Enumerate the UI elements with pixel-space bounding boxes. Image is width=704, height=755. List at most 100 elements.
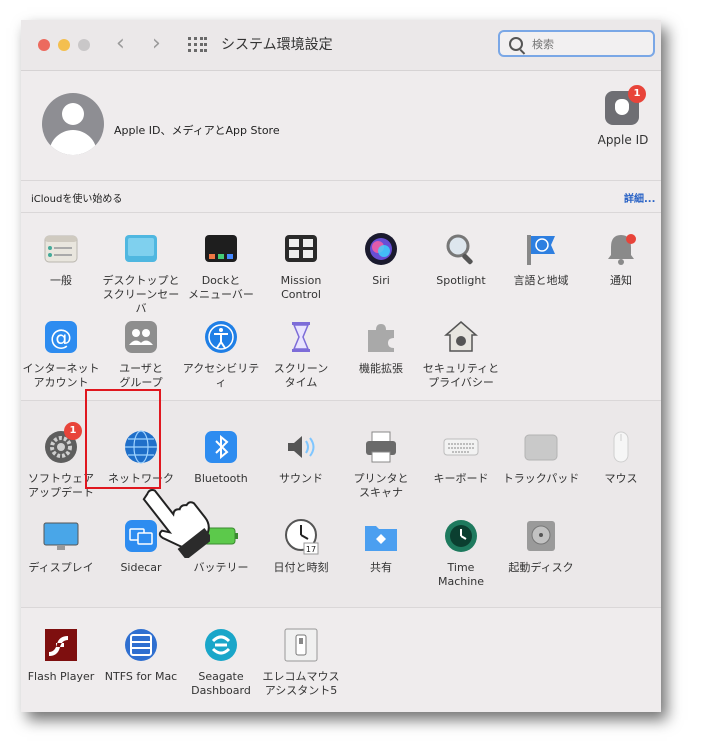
pane-label: Siri: [372, 274, 390, 287]
pane-label: 言語と地域: [513, 274, 569, 287]
pane-label: Seagate Dashboard: [191, 670, 251, 697]
update-badge: 1: [64, 422, 82, 440]
forward-icon[interactable]: ›: [152, 32, 161, 56]
pane-label: バッテリー: [193, 561, 249, 574]
pane-label: NTFS for Mac: [104, 670, 178, 683]
siri-icon: [362, 230, 400, 268]
sound-icon: [282, 428, 320, 466]
pane-label: スクリーン タイム: [273, 362, 329, 389]
security-icon: [442, 318, 480, 356]
pane-clock[interactable]: 17 日付と時刻: [261, 517, 341, 575]
pane-label: 機能拡張: [359, 362, 403, 375]
display-icon: [42, 517, 80, 555]
pane-internet-accounts[interactable]: @ インターネット アカウント: [21, 318, 101, 390]
pane-label: Dockと メニューバー: [188, 274, 254, 301]
pane-label: Mission Control: [280, 274, 322, 301]
users-icon: [122, 318, 160, 356]
pane-keyboard[interactable]: キーボード: [421, 428, 501, 486]
ntfs-icon: [122, 626, 160, 664]
pane-screen-time[interactable]: スクリーン タイム: [261, 318, 341, 390]
pane-ntfs[interactable]: NTFS for Mac: [101, 626, 181, 684]
screen-time-icon: [282, 318, 320, 356]
network-highlight-box: [85, 389, 161, 489]
pane-label: Time Machine: [437, 561, 485, 588]
pane-mission-control[interactable]: Mission Control: [261, 230, 341, 302]
pane-label: デスクトップと スクリーンセーバ: [102, 274, 180, 315]
pane-users[interactable]: ユーザと グループ: [101, 318, 181, 390]
pane-label: トラックパッド: [502, 472, 580, 485]
search-icon: [509, 37, 523, 51]
details-link[interactable]: 詳細...: [624, 190, 655, 205]
pane-desktop[interactable]: デスクトップと スクリーンセーバ: [101, 230, 181, 316]
pane-label: ユーザと グループ: [119, 362, 163, 389]
pane-label: Spotlight: [436, 274, 486, 287]
pointing-hand-icon: [142, 489, 210, 558]
pane-label: セキュリティと プライバシー: [422, 362, 500, 389]
pane-label: プリンタと スキャナ: [353, 472, 409, 499]
software-update-icon: 1: [42, 422, 82, 466]
minimize-button[interactable]: [58, 39, 70, 51]
svg-text:@: @: [50, 326, 72, 351]
extensions-icon: [362, 318, 400, 356]
pane-seagate[interactable]: Seagate Dashboard: [181, 626, 261, 698]
pane-time-machine[interactable]: Time Machine: [421, 517, 501, 589]
pane-notification[interactable]: 通知: [581, 230, 661, 288]
search-field[interactable]: [498, 30, 655, 57]
sharing-icon: [362, 517, 400, 555]
pane-sharing[interactable]: 共有: [341, 517, 421, 575]
pane-startup-disk[interactable]: 起動ディスク: [501, 517, 581, 575]
spotlight-icon: [442, 230, 480, 268]
pane-accessibility[interactable]: アクセシビリティ: [181, 318, 261, 390]
icloud-text: iCloudを使い始める: [31, 194, 123, 205]
avatar[interactable]: [42, 93, 104, 155]
pane-label: サウンド: [279, 472, 323, 485]
mission-control-icon: [282, 230, 320, 268]
pane-siri[interactable]: Siri: [341, 230, 421, 288]
zoom-button[interactable]: [78, 39, 90, 51]
pane-display[interactable]: ディスプレイ: [21, 517, 101, 575]
pane-trackpad[interactable]: トラックパッド: [501, 428, 581, 486]
pane-label: 通知: [610, 274, 632, 287]
time-machine-icon: [442, 517, 480, 555]
pane-label: アクセシビリティ: [182, 362, 260, 389]
pane-label: Sidecar: [120, 561, 162, 574]
apple-id-label: Apple ID: [597, 133, 649, 147]
pane-label: 共有: [370, 561, 392, 574]
apple-id-badge: 1: [628, 85, 646, 103]
close-button[interactable]: [38, 39, 50, 51]
elecom-icon: [282, 626, 320, 664]
startup-disk-icon: [522, 517, 560, 555]
desktop-icon: [122, 230, 160, 268]
clock-icon: 17: [282, 517, 320, 555]
seagate-icon: [202, 626, 240, 664]
pane-extensions[interactable]: 機能拡張: [341, 318, 421, 376]
pane-printer[interactable]: プリンタと スキャナ: [341, 428, 421, 500]
pane-label: エレコムマウス アシスタント5: [262, 670, 340, 697]
pane-label: ディスプレイ: [28, 561, 94, 574]
mouse-icon: [602, 428, 640, 466]
pane-label: 一般: [50, 274, 72, 287]
titlebar: ‹ › システム環境設定: [21, 20, 661, 71]
pane-sound[interactable]: サウンド: [261, 428, 341, 486]
trackpad-icon: [522, 428, 560, 466]
internet-accounts-icon: @: [42, 318, 80, 356]
show-all-grid-icon[interactable]: [188, 37, 207, 52]
back-icon[interactable]: ‹: [116, 32, 125, 56]
pane-label: 起動ディスク: [508, 561, 574, 574]
pane-label: 日付と時刻: [273, 561, 329, 574]
bluetooth-icon: [202, 428, 240, 466]
pane-security[interactable]: セキュリティと プライバシー: [421, 318, 501, 390]
search-input[interactable]: [530, 34, 652, 55]
pane-general[interactable]: 一般: [21, 230, 101, 288]
pane-elecom[interactable]: エレコムマウス アシスタント5: [261, 626, 341, 698]
pane-dock[interactable]: Dockと メニューバー: [181, 230, 261, 302]
pane-spotlight[interactable]: Spotlight: [421, 230, 501, 288]
general-icon: [42, 230, 80, 268]
pane-label: Flash Player: [27, 670, 95, 683]
pane-mouse[interactable]: マウス: [581, 428, 661, 486]
printer-icon: [362, 428, 400, 466]
pane-language[interactable]: 言語と地域: [501, 230, 581, 288]
language-icon: [522, 230, 560, 268]
pane-flash-player[interactable]: Flash Player: [21, 626, 101, 684]
window-title: システム環境設定: [221, 37, 333, 53]
